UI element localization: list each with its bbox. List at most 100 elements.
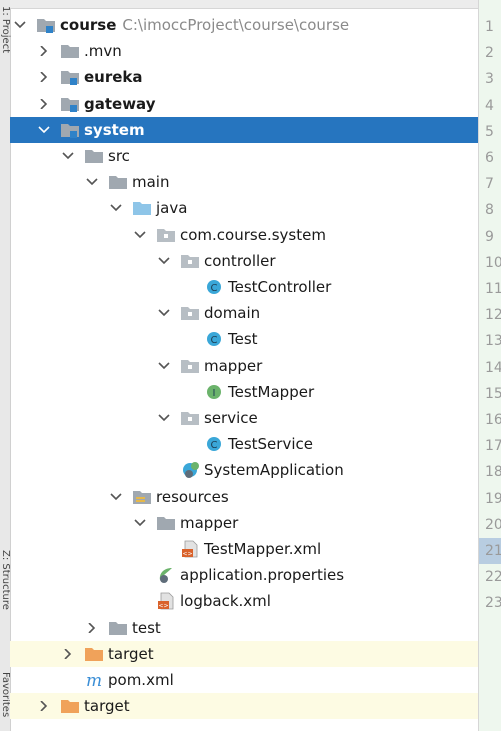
tree-node[interactable]: main [10, 169, 478, 195]
tree-node-name: resources [156, 487, 229, 506]
spring-boot-class-icon [180, 461, 200, 479]
line-number: 2 [485, 45, 494, 62]
tree-node[interactable]: mapper [10, 353, 478, 379]
project-tree[interactable]: course C:\imoccProject\course\course .mvn e… [10, 12, 478, 731]
tree-node[interactable]: resources [10, 484, 478, 510]
tree-node-label: com.course.system [180, 222, 326, 248]
chevron-down-icon[interactable] [86, 169, 98, 195]
svg-text:I: I [213, 388, 216, 399]
tree-node-name: TestMapper [228, 382, 315, 401]
tree-node[interactable]: java [10, 195, 478, 221]
tree-node[interactable]: domain [10, 300, 478, 326]
tool-window-header [10, 0, 478, 9]
tree-node[interactable]: test [10, 615, 478, 641]
xml-file-icon: <> [180, 540, 200, 558]
tree-node-name: src [108, 147, 130, 165]
chevron-down-icon[interactable] [38, 117, 50, 143]
tree-node[interactable]: system [10, 116, 478, 143]
chevron-right-icon[interactable] [86, 615, 98, 641]
module-folder-icon [60, 95, 80, 113]
line-number: 14 [485, 359, 501, 376]
tree-node-name: TestController [228, 278, 332, 296]
tree-node[interactable]: src [10, 143, 478, 169]
tree-node[interactable]: C TestController [10, 274, 478, 300]
tree-node-name: com.course.system [180, 225, 326, 244]
tree-node-label: java [156, 195, 187, 221]
tree-node[interactable]: controller [10, 248, 478, 274]
svg-text:C: C [211, 335, 218, 346]
tree-node-label: TestMapper.xml [204, 536, 321, 562]
tree-node-name: Test [228, 330, 258, 349]
chevron-down-icon[interactable] [134, 222, 146, 248]
line-number: 5 [485, 123, 494, 140]
chevron-right-icon[interactable] [38, 91, 50, 117]
svg-text:C: C [211, 440, 218, 451]
chevron-down-icon[interactable] [110, 484, 122, 510]
tree-node-name: target [108, 644, 154, 663]
tree-node[interactable]: SystemApplication [10, 457, 478, 483]
tree-node-label: gateway [84, 91, 156, 117]
chevron-down-icon[interactable] [158, 405, 170, 431]
project-path: C:\imoccProject\course\course [122, 16, 350, 34]
chevron-down-icon[interactable] [158, 300, 170, 326]
chevron-right-icon[interactable] [38, 38, 50, 64]
tree-node[interactable]: eureka [10, 64, 478, 90]
xml-file-icon: <> [156, 592, 176, 610]
tree-node[interactable]: com.course.system [10, 222, 478, 248]
resources-folder-icon [132, 488, 152, 506]
tree-node[interactable]: course C:\imoccProject\course\course [10, 12, 478, 38]
tree-node-label: course C:\imoccProject\course\course [60, 12, 349, 38]
line-number: 13 [485, 333, 501, 350]
tree-node-label: eureka [84, 64, 143, 90]
tree-node-name: target [84, 697, 130, 716]
tree-node-label: target [108, 641, 154, 667]
tree-node-label: Test [228, 326, 258, 352]
tree-node-label: service [204, 405, 258, 431]
class-icon: C [204, 278, 224, 296]
tree-node-name: service [204, 409, 258, 427]
module-folder-icon [60, 121, 80, 139]
tree-node[interactable]: .mvn [10, 38, 478, 64]
package-icon [180, 252, 200, 270]
chevron-down-icon[interactable] [62, 143, 74, 169]
tree-node[interactable]: target [10, 693, 478, 720]
tree-node[interactable]: C Test [10, 326, 478, 352]
tree-node-name: SystemApplication [204, 461, 344, 480]
line-number: 20 [485, 516, 501, 533]
chevron-down-icon[interactable] [134, 510, 146, 536]
line-number: 1 [485, 19, 494, 35]
chevron-down-icon[interactable] [158, 353, 170, 379]
package-icon [180, 409, 200, 427]
tree-node-label: TestController [228, 274, 331, 300]
tree-node[interactable]: target [10, 640, 478, 667]
tree-node[interactable]: C TestService [10, 431, 478, 457]
package-icon [156, 226, 176, 244]
tree-node[interactable]: m pom.xml [10, 667, 478, 693]
line-number: 10 [485, 254, 501, 271]
tree-node[interactable]: application.properties [10, 562, 478, 588]
line-number: 11 [485, 281, 501, 297]
tree-node[interactable]: <> TestMapper.xml [10, 536, 478, 562]
tree-node-label: resources [156, 484, 229, 510]
chevron-down-icon[interactable] [110, 195, 122, 221]
tree-node-name: controller [204, 251, 276, 270]
chevron-down-icon[interactable] [158, 248, 170, 274]
chevron-down-icon[interactable] [14, 12, 26, 38]
chevron-right-icon[interactable] [38, 693, 50, 719]
tree-node[interactable]: gateway [10, 91, 478, 117]
tree-node[interactable]: service [10, 405, 478, 431]
tree-node-name: course [60, 16, 117, 34]
chevron-right-icon[interactable] [38, 64, 50, 90]
line-number: 7 [485, 176, 494, 193]
svg-text:C: C [211, 283, 218, 294]
tree-node-name: domain [204, 304, 261, 323]
tree-node[interactable]: I TestMapper [10, 379, 478, 405]
tree-node-label: TestMapper [228, 379, 314, 405]
tree-node[interactable]: mapper [10, 510, 478, 536]
package-icon [180, 357, 200, 375]
excluded-folder-icon [84, 645, 104, 663]
tree-node-label: test [132, 615, 161, 641]
chevron-right-icon[interactable] [62, 641, 74, 667]
tree-node[interactable]: <> logback.xml [10, 588, 478, 614]
tree-node-label: controller [204, 248, 276, 274]
